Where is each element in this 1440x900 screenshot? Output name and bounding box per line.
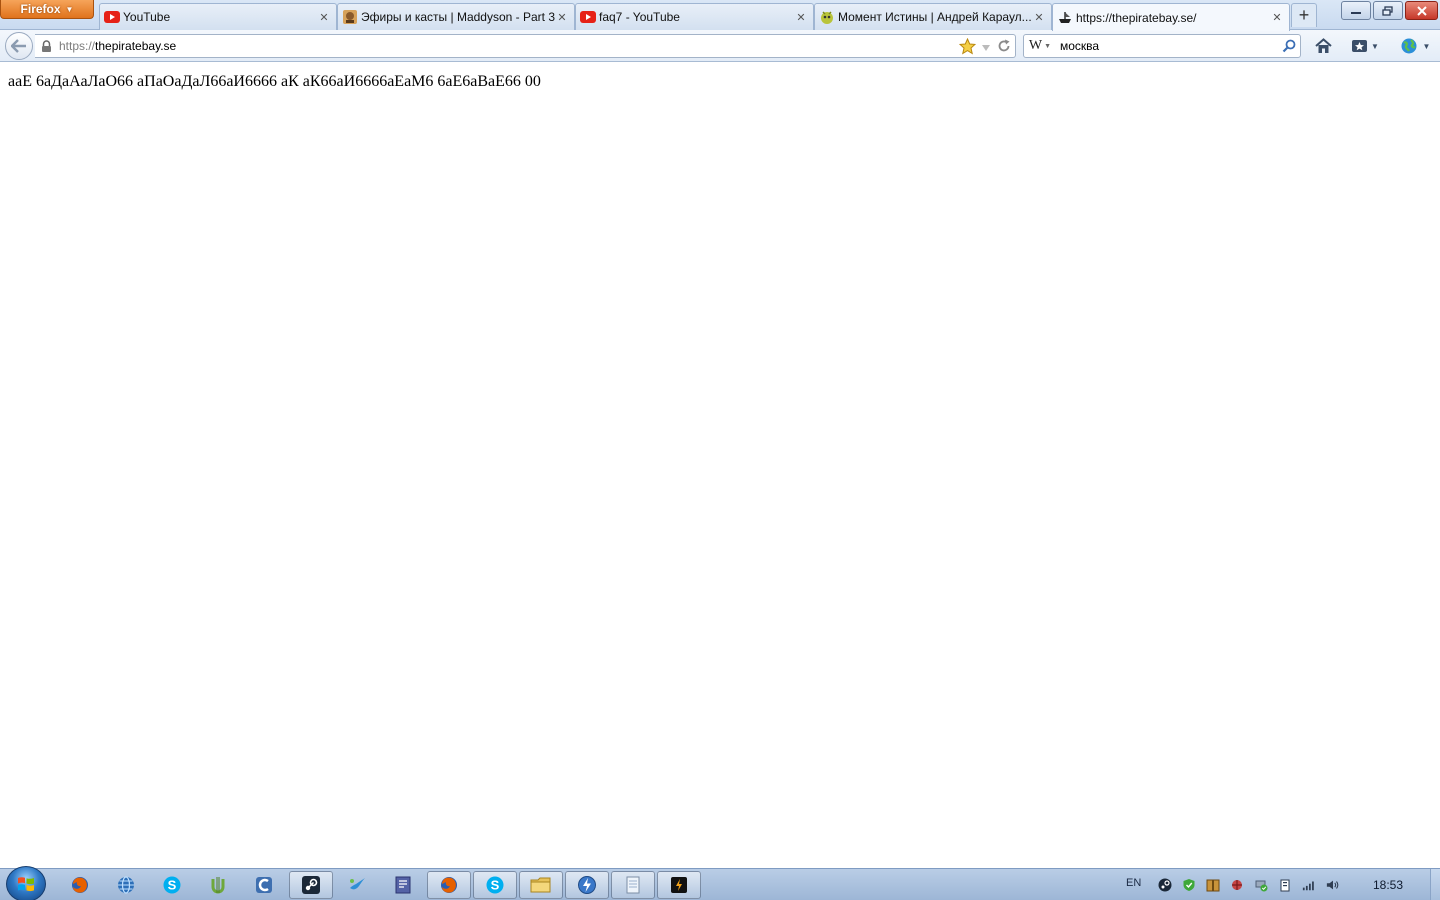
svg-text:S: S bbox=[491, 878, 500, 893]
archive-tray-icon[interactable] bbox=[1206, 878, 1220, 892]
show-desktop-button[interactable] bbox=[1430, 869, 1440, 900]
steam-icon[interactable] bbox=[289, 871, 333, 899]
url-scheme: https:// bbox=[59, 39, 96, 53]
network-globe-icon[interactable] bbox=[104, 871, 148, 899]
youtube-icon bbox=[104, 9, 120, 25]
moment-favicon bbox=[819, 9, 835, 25]
volume-icon[interactable] bbox=[1326, 878, 1340, 892]
close-tab-icon[interactable]: ✕ bbox=[318, 11, 330, 24]
utorrent-icon[interactable] bbox=[196, 871, 240, 899]
url-bar[interactable]: https://thepiratebay.se bbox=[35, 34, 1016, 58]
search-icon[interactable] bbox=[1278, 39, 1300, 53]
skype-running-icon[interactable]: S bbox=[473, 871, 517, 899]
firefox-menu-button[interactable]: Firefox ▼ bbox=[0, 0, 94, 19]
bookmarks-icon bbox=[1352, 40, 1368, 52]
qip-icon[interactable] bbox=[335, 871, 379, 899]
tab-piratebay[interactable]: https://thepiratebay.se/ ✕ bbox=[1052, 3, 1290, 31]
window-close-button[interactable] bbox=[1405, 1, 1438, 20]
url-text: https://thepiratebay.se bbox=[59, 39, 176, 53]
action-center-flag-icon[interactable] bbox=[1278, 878, 1292, 892]
tab-strip: Firefox ▼ YouTube ✕ Эфиры и касты | Madd… bbox=[0, 0, 1440, 31]
tab-label: Эфиры и касты | Maddyson - Part 3 bbox=[361, 10, 556, 24]
chevron-down-icon: ▼ bbox=[1044, 42, 1052, 50]
home-icon bbox=[1314, 38, 1332, 53]
wikipedia-icon: W bbox=[1028, 38, 1043, 53]
back-button[interactable] bbox=[5, 32, 33, 60]
close-icon bbox=[1416, 5, 1427, 16]
skype-pinned-icon[interactable]: S bbox=[150, 871, 194, 899]
firefox-running-icon[interactable] bbox=[427, 871, 471, 899]
notepad-plus-icon[interactable] bbox=[381, 871, 425, 899]
windows-logo-icon bbox=[18, 877, 34, 892]
minimize-button[interactable] bbox=[1341, 1, 1371, 20]
close-tab-icon[interactable]: ✕ bbox=[795, 11, 807, 24]
notepad-icon[interactable] bbox=[611, 871, 655, 899]
firefox-menu-label: Firefox bbox=[20, 2, 61, 16]
lock-icon bbox=[41, 39, 53, 53]
url-history-dropdown-icon[interactable] bbox=[981, 41, 991, 55]
arrow-left-icon bbox=[11, 39, 26, 53]
home-button[interactable] bbox=[1310, 34, 1336, 58]
search-input[interactable] bbox=[1056, 39, 1278, 53]
url-host: thepiratebay.se bbox=[95, 39, 177, 53]
svg-text:S: S bbox=[168, 878, 177, 893]
addon-button[interactable]: ▼ bbox=[1394, 34, 1436, 58]
chevron-down-icon: ▼ bbox=[1422, 41, 1431, 51]
close-tab-icon[interactable]: ✕ bbox=[1033, 11, 1045, 24]
chevron-down-icon: ▼ bbox=[65, 4, 74, 14]
taskbar: S S EN 18:53 bbox=[0, 866, 1440, 900]
language-indicator[interactable]: EN bbox=[1126, 877, 1141, 889]
speed-dial-icon[interactable] bbox=[565, 871, 609, 899]
ccleaner-icon[interactable] bbox=[242, 871, 286, 899]
explorer-folder-icon[interactable] bbox=[519, 871, 563, 899]
steam-tray-icon[interactable] bbox=[1158, 878, 1172, 892]
youtube-icon bbox=[580, 9, 596, 25]
bookmarks-menu-button[interactable]: ▼ bbox=[1348, 34, 1382, 58]
search-bar: W ▼ bbox=[1023, 34, 1301, 58]
utility-tray-icon[interactable] bbox=[1230, 878, 1244, 892]
globe-addon-icon bbox=[1401, 38, 1417, 54]
tab-label: YouTube bbox=[123, 10, 171, 24]
tab-label: faq7 - YouTube bbox=[599, 10, 680, 24]
new-tab-button[interactable]: + bbox=[1291, 3, 1317, 27]
tab-moment-istiny[interactable]: Момент Истины | Андрей Караул... ✕ bbox=[814, 3, 1052, 30]
system-tray: EN 18:53 bbox=[1120, 869, 1440, 900]
tab-youtube[interactable]: YouTube ✕ bbox=[99, 3, 337, 30]
network-signal-icon[interactable] bbox=[1302, 878, 1316, 892]
close-tab-icon[interactable]: ✕ bbox=[556, 11, 568, 24]
safely-remove-hardware-icon[interactable] bbox=[1254, 878, 1268, 892]
minimize-icon bbox=[1351, 11, 1361, 14]
restore-icon bbox=[1382, 5, 1393, 16]
reload-icon[interactable] bbox=[997, 39, 1011, 56]
tab-faq7-youtube[interactable]: faq7 - YouTube ✕ bbox=[575, 3, 814, 30]
page-body-text: ааЕ 6аДаАаЛаО66 аПаОаДаЛ66аИ6666 аК аК66… bbox=[8, 73, 541, 90]
piratebay-favicon bbox=[1057, 10, 1073, 26]
page-content: ааЕ 6аДаАаЛаО66 аПаОаДаЛ66аИ6666 аК аК66… bbox=[0, 63, 1440, 868]
bookmark-star-icon[interactable] bbox=[958, 37, 977, 58]
clock[interactable]: 18:53 bbox=[1373, 878, 1403, 892]
navigation-toolbar: https://thepiratebay.se W ▼ ▼ ▼ bbox=[0, 30, 1440, 62]
tab-label: Момент Истины | Андрей Караул... bbox=[838, 10, 1032, 24]
start-button[interactable] bbox=[6, 866, 46, 900]
search-engine-selector[interactable]: W ▼ bbox=[1024, 38, 1056, 54]
close-tab-icon[interactable]: ✕ bbox=[1271, 11, 1283, 24]
chevron-down-icon: ▼ bbox=[1371, 41, 1379, 51]
antivirus-shield-icon[interactable] bbox=[1182, 878, 1196, 892]
maddyson-favicon bbox=[342, 9, 358, 25]
winamp-icon[interactable] bbox=[657, 871, 701, 899]
tab-label: https://thepiratebay.se/ bbox=[1076, 10, 1197, 25]
restore-button[interactable] bbox=[1373, 1, 1403, 20]
firefox-pinned-icon[interactable] bbox=[58, 871, 102, 899]
tab-maddyson[interactable]: Эфиры и касты | Maddyson - Part 3 ✕ bbox=[337, 3, 575, 30]
